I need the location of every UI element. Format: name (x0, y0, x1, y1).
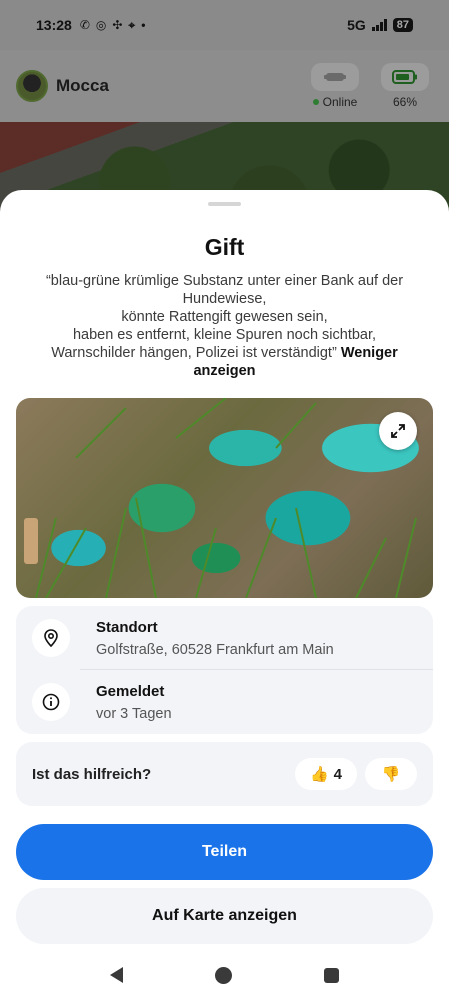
system-nav-bar (0, 950, 449, 1000)
photo-grass-overlay (24, 398, 417, 598)
reported-value: vor 3 Tagen (96, 705, 172, 722)
network-type: 5G (347, 17, 366, 33)
reported-row: Gemeldet vor 3 Tagen (16, 670, 433, 734)
pet-avatar[interactable] (16, 70, 48, 102)
battery-icon (392, 70, 417, 84)
tracker-status[interactable]: Online (307, 63, 363, 109)
report-photo[interactable] (16, 398, 433, 598)
more-dot-icon: • (141, 18, 146, 32)
description-line: haben es entfernt, kleine Spuren noch si… (72, 327, 377, 343)
description-line: Warnschilder hängen, Polizei ist verstän… (51, 345, 337, 361)
location-icon: ⌖ (128, 17, 136, 32)
upvote-button[interactable]: 👍 4 (295, 758, 357, 790)
thumbs-down-icon: 👎 (381, 766, 401, 783)
online-dot-icon (312, 99, 319, 105)
notification-icons: ✆ ◎ ✣ ⌖ • (80, 18, 146, 33)
expand-icon (391, 424, 405, 438)
status-time: 13:28 (36, 17, 72, 33)
app-header: Mocca Online 66% (0, 50, 449, 122)
description-line: “blau-grüne krümlige Substanz unter eine… (45, 273, 404, 307)
back-icon[interactable] (110, 967, 123, 983)
location-label: Standort (96, 618, 158, 636)
sheet-drag-handle[interactable] (208, 202, 241, 206)
helpful-card: Ist das hilfreich? 👍 4 👎 (16, 742, 433, 806)
upvote-count: 4 (333, 765, 343, 783)
helpful-question: Ist das hilfreich? (32, 765, 152, 783)
instagram-icon: ◎ (95, 18, 107, 32)
whatsapp-icon: ✆ (79, 18, 90, 32)
pet-name[interactable]: Mocca (56, 76, 109, 96)
location-row[interactable]: Standort Golfstraße, 60528 Frankfurt am … (16, 606, 433, 670)
share-button[interactable]: Teilen (16, 824, 433, 880)
status-bar: 13:28 ✆ ◎ ✣ ⌖ • 5G 87 (0, 0, 449, 50)
tracker-device-icon (324, 73, 346, 81)
recent-apps-icon[interactable] (324, 967, 339, 983)
tracker-battery-percent: 66% (392, 95, 418, 109)
report-detail-sheet: Gift “blau-grüne krümlige Substanz unter… (0, 190, 449, 1000)
reported-label: Gemeldet (96, 682, 165, 700)
battery-icon: 87 (392, 18, 413, 32)
report-title: Gift (204, 234, 245, 260)
signal-icon (371, 19, 387, 31)
info-icon (42, 693, 60, 711)
report-info-card: Standort Golfstraße, 60528 Frankfurt am … (16, 606, 433, 734)
online-status: Online (322, 95, 358, 109)
thumbs-up-icon: 👍 (309, 766, 329, 783)
battery-level: 87 (396, 19, 409, 31)
downvote-button[interactable]: 👎 (365, 758, 417, 790)
expand-photo-button[interactable] (379, 412, 417, 450)
app-icon: ✣ (112, 18, 123, 32)
description-line: könnte Rattengift gewesen sein, (121, 309, 328, 325)
tracker-battery[interactable]: 66% (377, 63, 433, 109)
show-on-map-button[interactable]: Auf Karte anzeigen (16, 888, 433, 944)
report-description: “blau-grüne krümlige Substanz unter eine… (26, 272, 423, 380)
location-pin-icon (44, 629, 58, 647)
home-icon[interactable] (215, 966, 232, 984)
location-value: Golfstraße, 60528 Frankfurt am Main (96, 641, 334, 658)
